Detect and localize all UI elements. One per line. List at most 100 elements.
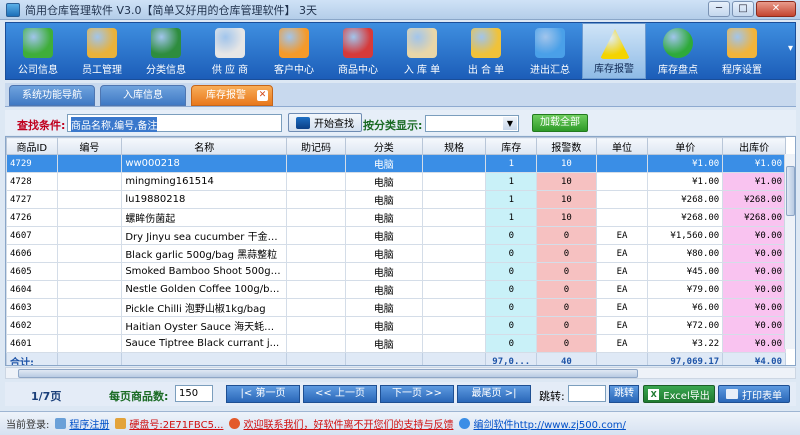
column-header[interactable]: 分类: [344, 137, 423, 155]
table-cell: [421, 154, 487, 173]
last-page-button[interactable]: 最尾页 >|: [457, 385, 531, 403]
table-row[interactable]: 4603 Pickle Chilli 泡野山椒1kg/bag 电脑 0 0 EA ¥6.00…: [6, 298, 786, 317]
table-cell: 螺眸伤菌起: [121, 208, 288, 227]
toolbar-item-10[interactable]: 库存盘点: [646, 23, 710, 79]
jump-input[interactable]: [568, 385, 606, 402]
table-cell: 电脑: [344, 154, 423, 173]
table-cell: 4728: [6, 172, 58, 191]
column-header[interactable]: 出库价: [722, 137, 786, 155]
table-row[interactable]: 4726 螺眸伤菌起 电脑 1 10 ¥268.00 ¥268.00: [6, 208, 786, 227]
table-cell: [56, 190, 123, 209]
column-header[interactable]: 商品ID: [6, 137, 58, 155]
table-cell: 0: [536, 280, 597, 299]
table-cell: ¥72.00: [647, 316, 724, 335]
next-page-button[interactable]: 下一页 >>: [380, 385, 454, 403]
find-button[interactable]: 开始查找: [288, 113, 362, 132]
table-cell: [286, 190, 346, 209]
tab-stock-alarm[interactable]: 库存报警 ✕: [191, 85, 273, 106]
table-cell: ¥6.00: [647, 298, 724, 317]
print-button[interactable]: 打印表单: [718, 385, 790, 403]
column-header[interactable]: 编号: [56, 137, 123, 155]
load-all-button[interactable]: 加载全部: [532, 114, 588, 132]
excel-export-button[interactable]: X Excel导出: [643, 385, 715, 403]
per-page-input[interactable]: 150: [175, 385, 213, 402]
toolbar-item-11[interactable]: 程序设置: [710, 23, 774, 79]
table-cell: ¥0.00: [722, 298, 786, 317]
maximize-button[interactable]: □: [732, 1, 754, 17]
table-cell: ¥1.00: [722, 172, 786, 191]
close-button[interactable]: ✕: [756, 1, 796, 17]
website-link[interactable]: 编剑软件http://www.zj500.com/: [473, 416, 625, 431]
table-row[interactable]: 4605 Smoked Bamboo Shoot 500g/bag ... 电脑 00…: [6, 262, 786, 281]
disk-serial[interactable]: 硬盘号:2E71FBC5...: [129, 416, 223, 431]
toolbar-item-0[interactable]: 公司信息: [6, 23, 70, 79]
table-row[interactable]: 4727 lu19880218 电脑 1 10 ¥268.00 ¥268.00: [6, 190, 786, 209]
close-tab-icon[interactable]: ✕: [257, 90, 268, 101]
toolbar-item-9[interactable]: 库存报警: [582, 23, 646, 79]
prev-page-button[interactable]: << 上一页: [303, 385, 377, 403]
customers-icon: [279, 28, 309, 58]
table-row[interactable]: 4601 Sauce Tiptree Black currant j... 电脑 0 0…: [6, 334, 786, 353]
table-cell: lu19880218: [121, 190, 288, 209]
table-cell: [286, 316, 346, 335]
table-cell: 0: [536, 244, 597, 263]
column-header[interactable]: 单位: [595, 137, 649, 155]
vertical-scrollbar[interactable]: [784, 154, 795, 349]
toolbar-item-1[interactable]: 员工管理: [70, 23, 134, 79]
table-cell: 10: [536, 190, 597, 209]
table-cell: [421, 316, 487, 335]
toolbar-item-5[interactable]: 商品中心: [326, 23, 390, 79]
contact-icon: [229, 418, 241, 429]
toolbar-item-label: 公司信息: [18, 65, 58, 76]
search-input[interactable]: 商品名称,编号,备注: [67, 114, 282, 132]
table-cell: 10: [536, 208, 597, 227]
table-cell: 4605: [6, 262, 58, 281]
column-header[interactable]: 规格: [421, 137, 487, 155]
toolbar-item-6[interactable]: 入 库 单: [390, 23, 454, 79]
table-cell: 1: [485, 154, 538, 173]
minimize-button[interactable]: ─: [708, 1, 730, 17]
scroll-thumb[interactable]: [786, 166, 795, 216]
total-cell: [421, 352, 487, 365]
table-cell: [421, 298, 487, 317]
table-cell: 10: [536, 154, 597, 173]
table-cell: ¥0.00: [722, 280, 786, 299]
scroll-thumb-horizontal[interactable]: [18, 369, 638, 378]
toolbar-item-3[interactable]: 供 应 商: [198, 23, 262, 79]
first-page-button[interactable]: |< 第一页: [226, 385, 300, 403]
toolbar-item-4[interactable]: 客户中心: [262, 23, 326, 79]
column-header[interactable]: 助记码: [286, 137, 346, 155]
horizontal-scrollbar[interactable]: [5, 367, 796, 379]
toolbar-item-7[interactable]: 出 合 单: [454, 23, 518, 79]
column-header[interactable]: 单价: [647, 137, 724, 155]
table-row[interactable]: 4606 Black garlic 500g/bag 黑蒜整粒 电脑 0 0 EA ¥80.…: [6, 244, 786, 263]
contact-link[interactable]: 欢迎联系我们，好软件离不开您们的支持与反馈: [243, 416, 453, 431]
table-row[interactable]: 4729 ww000218 电脑 1 10 ¥1.00 ¥1.00: [6, 154, 786, 173]
table-cell: [421, 280, 487, 299]
tab-navigation[interactable]: 系统功能导航: [9, 85, 95, 106]
table-cell: [286, 298, 346, 317]
column-header[interactable]: 名称: [121, 137, 288, 155]
table-row[interactable]: 4602 Haitian Oyster Sauce 海天蚝油6KG 电脑 0 0 EA ¥7…: [6, 316, 786, 335]
table-cell: [421, 172, 487, 191]
column-header[interactable]: 报警数: [536, 137, 597, 155]
table-total-row: 合计: 97,0... 40 97,069.17 ¥4.00: [6, 352, 786, 365]
toolbar-more-icon[interactable]: ▾: [788, 43, 793, 54]
table-row[interactable]: 4604 Nestle Golden Coffee 100g/bot... 电脑 0 0…: [6, 280, 786, 299]
title-bar: 简用仓库管理软件 V3.0【简单又好用的仓库管理软件】 3天 ─ □ ✕: [0, 0, 800, 20]
toolbar-item-8[interactable]: 进出汇总: [518, 23, 582, 79]
table-cell: [421, 190, 487, 209]
tab-stock-in[interactable]: 入库信息: [100, 85, 186, 106]
table-cell: 0: [485, 334, 538, 353]
table-cell: 4729: [6, 154, 58, 173]
table-cell: 电脑: [344, 190, 423, 209]
jump-button[interactable]: 跳转: [609, 385, 639, 403]
total-cell: 97,0...: [485, 352, 538, 365]
toolbar-item-2[interactable]: 分类信息: [134, 23, 198, 79]
table-row[interactable]: 4607 Dry Jinyu sea cucumber 干金玉参 电脑 0 0 EA ¥1,…: [6, 226, 786, 245]
table-row[interactable]: 4728 mingming161514 电脑 1 10 ¥1.00 ¥1.00: [6, 172, 786, 191]
category-select[interactable]: ▼: [425, 115, 519, 132]
column-header[interactable]: 库存: [485, 137, 538, 155]
register-link[interactable]: 程序注册: [69, 416, 109, 431]
table-cell: Nestle Golden Coffee 100g/bot...: [121, 280, 288, 299]
